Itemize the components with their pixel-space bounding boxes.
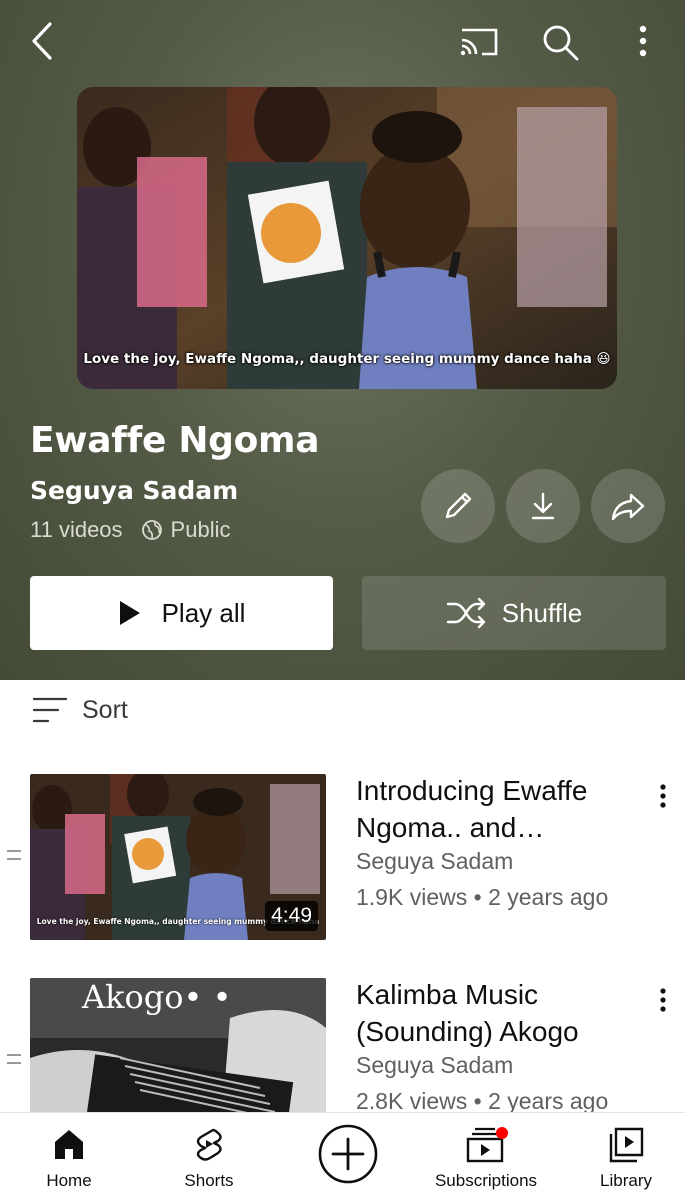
video-stats: 1.9K views • 2 years ago xyxy=(356,884,609,910)
shorts-icon xyxy=(196,1128,222,1161)
video-age: 2 years ago xyxy=(488,1088,609,1114)
shuffle-button[interactable]: Shuffle xyxy=(362,576,666,650)
video-title[interactable]: Kalimba Music (Sounding) Akogo xyxy=(356,976,626,1050)
thumbnail-text: Akogo• • xyxy=(81,978,231,1016)
search-icon[interactable] xyxy=(540,22,582,62)
sort-button[interactable]: Sort xyxy=(32,690,128,730)
nav-library-label: Library xyxy=(600,1171,652,1190)
shuffle-icon xyxy=(446,597,485,629)
video-age: 2 years ago xyxy=(488,884,609,910)
nav-subscriptions-label: Subscriptions xyxy=(434,1171,538,1190)
play-all-label: Play all xyxy=(161,597,246,628)
home-icon xyxy=(55,1130,83,1159)
playlist-meta: 11 videos Public xyxy=(30,517,230,543)
video-views: 1.9K views xyxy=(356,884,468,910)
play-icon xyxy=(119,601,140,625)
video-title[interactable]: Introducing Ewaffe Ngoma.. and… xyxy=(356,772,626,846)
drag-handle-icon[interactable] xyxy=(7,1054,21,1064)
add-circle-icon xyxy=(318,1124,378,1184)
library-icon xyxy=(609,1127,644,1163)
subscriptions-icon xyxy=(466,1127,508,1163)
edit-button[interactable] xyxy=(421,469,495,543)
video-stats: 2.8K views • 2 years ago xyxy=(356,1088,609,1114)
nav-home-label: Home xyxy=(46,1171,92,1190)
more-vert-icon[interactable] xyxy=(652,984,674,1018)
playlist-title: Ewaffe Ngoma xyxy=(30,420,320,461)
play-all-button[interactable]: Play all xyxy=(30,576,333,650)
sort-label: Sort xyxy=(82,695,128,724)
video-thumbnail[interactable]: Love the joy, Ewaffe Ngoma,, daughter se… xyxy=(30,774,326,940)
nav-subscriptions[interactable]: Subscriptions xyxy=(422,1113,550,1201)
video-channel: Seguya Sadam xyxy=(356,1052,514,1078)
more-vert-icon[interactable] xyxy=(652,780,674,814)
download-button[interactable] xyxy=(506,469,580,543)
notification-dot xyxy=(496,1127,508,1139)
drag-handle-icon[interactable] xyxy=(7,850,21,860)
share-button[interactable] xyxy=(591,469,665,543)
nav-home[interactable]: Home xyxy=(28,1113,110,1201)
visibility-label: Public xyxy=(170,517,231,542)
bottom-navigation: Home Shorts Subscriptions Library xyxy=(0,1112,685,1201)
playlist-header: Love the joy, Ewaffe Ngoma,, daughter se… xyxy=(0,0,685,680)
nav-library[interactable]: Library xyxy=(586,1113,666,1201)
playlist-owner[interactable]: Seguya Sadam xyxy=(30,476,238,505)
share-icon xyxy=(611,493,645,521)
back-icon[interactable] xyxy=(28,20,62,64)
cast-icon[interactable] xyxy=(458,24,502,60)
sort-icon xyxy=(32,697,68,723)
cover-caption: Love the joy, Ewaffe Ngoma,, daughter se… xyxy=(83,351,611,367)
more-vert-icon[interactable] xyxy=(628,22,658,62)
video-list-item[interactable]: Love the joy, Ewaffe Ngoma,, daughter se… xyxy=(0,772,685,942)
nav-shorts-label: Shorts xyxy=(184,1171,234,1190)
globe-icon xyxy=(141,519,163,541)
video-count: 11 videos xyxy=(30,517,123,542)
shuffle-label: Shuffle xyxy=(501,597,583,628)
nav-shorts[interactable]: Shorts xyxy=(168,1113,250,1201)
duration-badge: 4:49 xyxy=(265,901,318,931)
create-button[interactable] xyxy=(313,1113,383,1201)
video-channel: Seguya Sadam xyxy=(356,848,514,874)
download-icon xyxy=(531,492,555,520)
playlist-cover-image[interactable]: Love the joy, Ewaffe Ngoma,, daughter se… xyxy=(77,87,617,389)
video-views: 2.8K views xyxy=(356,1088,468,1114)
edit-icon xyxy=(445,492,472,519)
